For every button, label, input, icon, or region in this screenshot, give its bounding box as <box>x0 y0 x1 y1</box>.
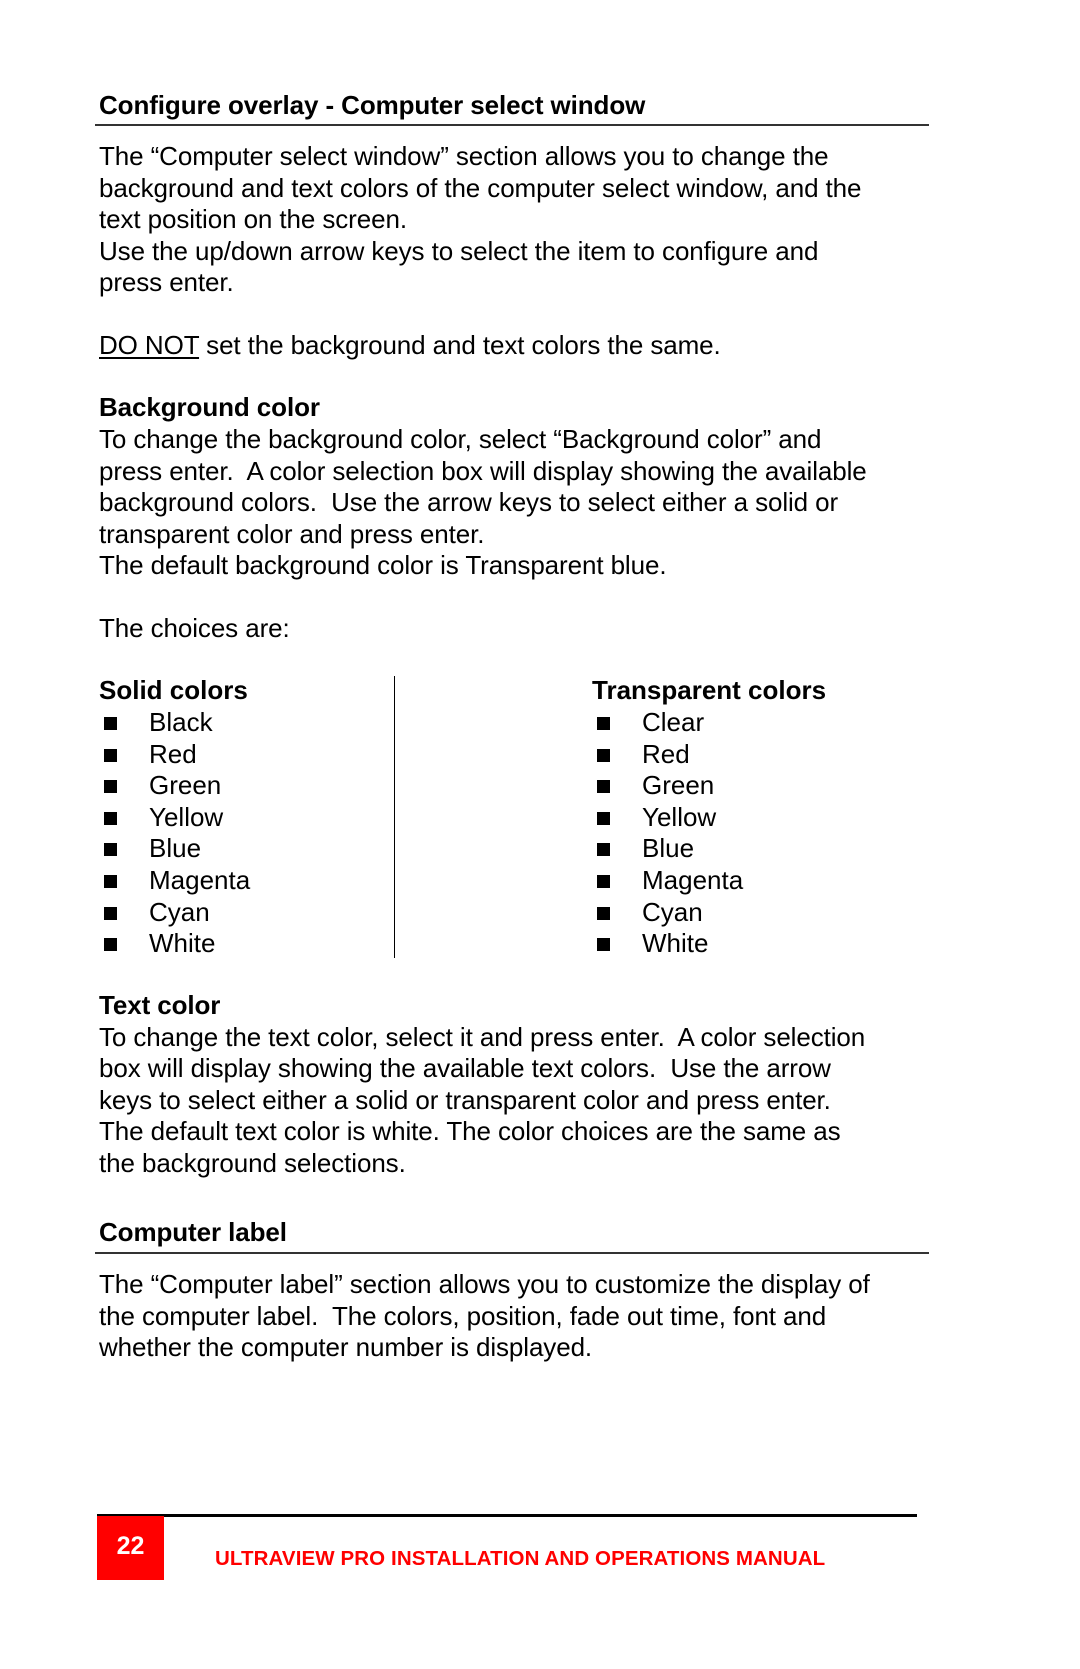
square-bullet-icon <box>597 748 610 762</box>
square-bullet-icon <box>597 843 610 857</box>
warning-emphasis: DO NOT <box>99 330 200 360</box>
text-color-line: keys to select either a solid or transpa… <box>99 1085 831 1115</box>
square-bullet-icon <box>104 748 117 762</box>
computer-label-rule <box>95 1252 929 1254</box>
warning-text: set the background and text colors the s… <box>199 330 721 360</box>
computer-label-line: whether the computer number is displayed… <box>99 1332 593 1362</box>
square-bullet-icon <box>104 811 117 825</box>
intro-line: press enter. <box>99 267 234 297</box>
intro-line: background and text colors of the comput… <box>99 173 862 203</box>
color-list-item: Red <box>592 738 892 770</box>
color-list-item: White <box>592 927 892 959</box>
color-name: Yellow <box>642 801 717 832</box>
transparent-colors-list: Transparent colors Clear Red Green Yellow Bl… <box>592 674 892 959</box>
square-bullet-icon <box>597 811 610 825</box>
color-list-item: Blue <box>99 832 379 864</box>
square-bullet-icon <box>104 906 117 920</box>
color-list-item: Clear <box>592 706 892 738</box>
manual-title: ULTRAVIEW PRO INSTALLATION AND OPERATION… <box>215 1547 826 1570</box>
color-name: Cyan <box>642 896 703 927</box>
intro-line: Use the up/down arrow keys to select the… <box>99 236 819 266</box>
computer-label-heading: Computer label <box>99 1217 287 1247</box>
color-name: Cyan <box>149 896 210 927</box>
color-name: Magenta <box>642 864 744 895</box>
background-color-heading: Background color <box>99 392 320 422</box>
color-name: Yellow <box>149 801 224 832</box>
square-bullet-icon <box>104 780 117 794</box>
square-bullet-icon <box>104 843 117 857</box>
transparent-colors-heading: Transparent colors <box>592 675 827 705</box>
square-bullet-icon <box>597 906 610 920</box>
background-color-line: transparent color and press enter. <box>99 519 485 549</box>
square-bullet-icon <box>104 874 117 888</box>
square-bullet-icon <box>597 717 610 730</box>
computer-label-line: the computer label. The colors, position… <box>99 1301 827 1331</box>
color-list-item: Yellow <box>592 801 892 833</box>
text-color-heading: Text color <box>99 990 221 1020</box>
background-color-default: The default background color is Transpar… <box>99 550 667 580</box>
choices-intro: The choices are: <box>99 613 290 643</box>
color-list-item: Cyan <box>99 896 379 928</box>
color-list-item: Cyan <box>592 896 892 928</box>
text-color-line: box will display showing the available t… <box>99 1053 831 1083</box>
page-number: 22 <box>97 1516 164 1580</box>
text-color-line: The default text color is white. The col… <box>99 1116 841 1146</box>
color-list-item: Blue <box>592 832 892 864</box>
color-list-item: Magenta <box>99 864 379 896</box>
color-name: Red <box>149 738 197 769</box>
background-color-line: press enter. A color selection box will … <box>99 456 867 486</box>
color-name: Green <box>642 770 715 801</box>
color-list-item: Green <box>592 769 892 801</box>
color-list-item: White <box>99 927 379 959</box>
solid-colors-list: Solid colors Black Red Green Yellow Blue Mage… <box>99 674 379 959</box>
section-title-rule <box>95 124 929 126</box>
color-list-item: Red <box>99 738 379 770</box>
color-name: White <box>642 928 709 959</box>
background-color-line: background colors. Use the arrow keys to… <box>99 487 839 517</box>
color-name: Magenta <box>149 864 251 895</box>
color-name: White <box>149 928 216 959</box>
color-list-item: Yellow <box>99 801 379 833</box>
color-list-item: Green <box>99 769 379 801</box>
footer-rule <box>97 1514 917 1517</box>
square-bullet-icon <box>597 874 610 888</box>
column-divider <box>394 676 395 958</box>
solid-colors-heading: Solid colors <box>99 675 248 705</box>
warning-line: DO NOT set the background and text color… <box>99 329 721 361</box>
square-bullet-icon <box>597 938 610 952</box>
color-name: Blue <box>642 833 695 864</box>
color-list-item: Black <box>99 706 379 738</box>
square-bullet-icon <box>104 938 117 952</box>
computer-label-line: The “Computer label” section allows you … <box>99 1269 870 1299</box>
section-title-computer-select-window: Configure overlay - Computer select wind… <box>99 90 646 120</box>
color-name: Blue <box>149 833 202 864</box>
square-bullet-icon <box>104 717 117 730</box>
background-color-line: To change the background color, select “… <box>99 424 822 454</box>
color-name: Red <box>642 738 690 769</box>
text-color-line: the background selections. <box>99 1148 406 1178</box>
color-name: Clear <box>642 707 705 737</box>
square-bullet-icon <box>597 780 610 794</box>
color-list-item: Magenta <box>592 864 892 896</box>
text-color-line: To change the text color, select it and … <box>99 1022 866 1052</box>
color-name: Black <box>149 707 213 737</box>
intro-line: text position on the screen. <box>99 204 407 234</box>
intro-line: The “Computer select window” section all… <box>99 141 829 171</box>
color-name: Green <box>149 770 222 801</box>
